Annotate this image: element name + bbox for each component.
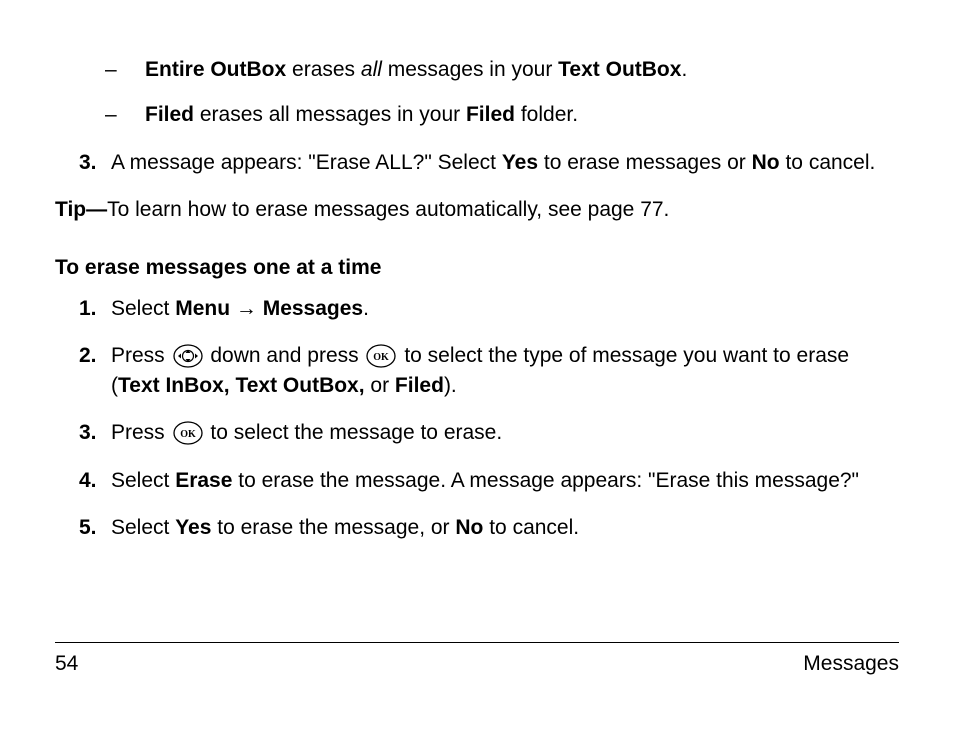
text: Select: [111, 297, 175, 320]
section-heading: To erase messages one at a time: [55, 253, 899, 282]
list-text: Press OK to select the message to erase.: [111, 418, 502, 447]
list-number: 5.: [79, 513, 111, 542]
list-number: 4.: [79, 466, 111, 495]
ok-key-icon: OK: [173, 421, 203, 445]
text: Select: [111, 469, 175, 492]
bold-text: Filed: [145, 103, 194, 126]
list-text: Select Erase to erase the message. A mes…: [111, 466, 859, 495]
dash-marker: –: [105, 55, 145, 84]
text: .: [681, 58, 687, 81]
bold-text: Filed: [395, 374, 444, 397]
text: to cancel.: [780, 151, 876, 174]
bold-text: Entire OutBox: [145, 58, 286, 81]
italic-text: all: [361, 58, 382, 81]
text: to erase the message. A message appears:…: [232, 469, 859, 492]
sub-item-text: Entire OutBox erases all messages in you…: [145, 55, 687, 84]
text: to select the message to erase.: [210, 421, 502, 444]
text: messages in your: [382, 58, 558, 81]
text: A message appears: "Erase ALL?" Select: [111, 151, 502, 174]
text: down and press: [210, 344, 364, 367]
bold-text: No: [752, 151, 780, 174]
page-footer: 54 Messages: [55, 642, 899, 678]
list-text: Select Menu → Messages.: [111, 294, 369, 323]
list-item: 1. Select Menu → Messages.: [79, 294, 899, 323]
text: Select: [111, 516, 175, 539]
navigation-key-icon: [173, 344, 203, 368]
sub-list: – Entire OutBox erases all messages in y…: [105, 55, 899, 130]
sub-item: – Entire OutBox erases all messages in y…: [105, 55, 899, 84]
bold-text: Text InBox, Text OutBox,: [118, 374, 365, 397]
list-text: Press down and press OK to select: [111, 341, 899, 400]
bold-text: No: [455, 516, 483, 539]
text: or: [365, 374, 395, 397]
bold-text: Erase: [175, 469, 232, 492]
bold-text: Filed: [466, 103, 515, 126]
list-number: 3.: [79, 418, 111, 447]
tip-text: To learn how to erase messages automatic…: [107, 198, 669, 221]
arrow-text: →: [230, 297, 263, 320]
text: erases: [286, 58, 361, 81]
text: to erase messages or: [538, 151, 752, 174]
text: Press: [111, 344, 171, 367]
text: folder.: [515, 103, 578, 126]
list-text: Select Yes to erase the message, or No t…: [111, 513, 579, 542]
tip-line: Tip—To learn how to erase messages autom…: [55, 195, 899, 224]
bold-text: Menu: [175, 297, 230, 320]
list-item: 4. Select Erase to erase the message. A …: [79, 466, 899, 495]
list-number: 1.: [79, 294, 111, 323]
list-item: 2. Press down and press OK: [79, 341, 899, 400]
text: to erase the message, or: [211, 516, 455, 539]
dash-marker: –: [105, 100, 145, 129]
bold-text: Text OutBox: [558, 58, 681, 81]
list-item: 3. Press OK to select the message to era…: [79, 418, 899, 447]
bold-text: Messages: [263, 297, 363, 320]
page-container: – Entire OutBox erases all messages in y…: [0, 0, 954, 738]
sub-item-text: Filed erases all messages in your Filed …: [145, 100, 578, 129]
list-item: 5. Select Yes to erase the message, or N…: [79, 513, 899, 542]
bold-text: Yes: [175, 516, 211, 539]
page-number: 54: [55, 649, 78, 678]
text: erases all messages in your: [194, 103, 466, 126]
text: Press: [111, 421, 171, 444]
svg-text:OK: OK: [180, 429, 196, 440]
list-number: 2.: [79, 341, 111, 400]
sub-item: – Filed erases all messages in your File…: [105, 100, 899, 129]
text: ).: [444, 374, 457, 397]
text: .: [363, 297, 369, 320]
list-item: 3. A message appears: "Erase ALL?" Selec…: [79, 148, 899, 177]
footer-title: Messages: [803, 649, 899, 678]
tip-label: Tip—: [55, 198, 107, 221]
text: to cancel.: [483, 516, 579, 539]
svg-text:OK: OK: [374, 352, 390, 363]
list-number: 3.: [79, 148, 111, 177]
bold-text: Yes: [502, 151, 538, 174]
list-text: A message appears: "Erase ALL?" Select Y…: [111, 148, 875, 177]
ok-key-icon: OK: [366, 344, 396, 368]
